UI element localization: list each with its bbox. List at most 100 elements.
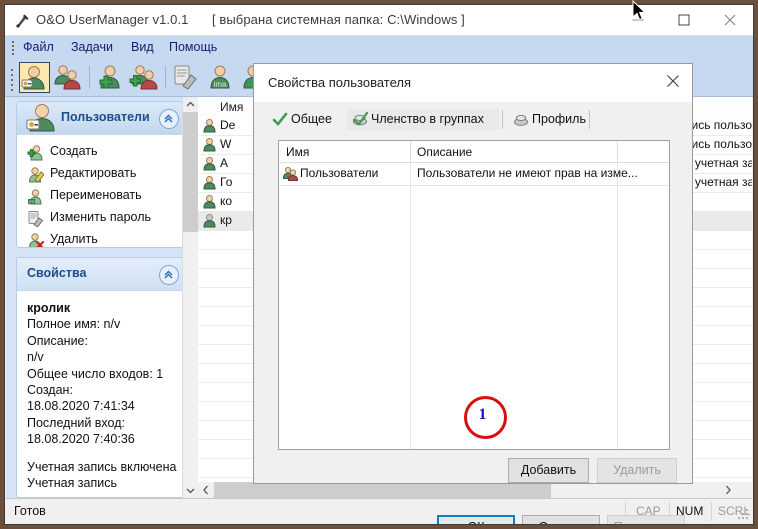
sidebar-task-create-label: Создать bbox=[50, 144, 98, 158]
row-name: De bbox=[220, 118, 236, 132]
row-description: пись пользов bbox=[685, 137, 752, 151]
row-description: я учетная зап bbox=[685, 175, 752, 189]
close-button[interactable] bbox=[707, 5, 753, 35]
main-list-hscrollbar[interactable] bbox=[198, 482, 736, 498]
row-name: Го bbox=[220, 175, 233, 189]
annotation-marker-1: 1 bbox=[464, 396, 507, 439]
status-text: Готов bbox=[14, 504, 46, 518]
ok-button[interactable]: ОК bbox=[437, 515, 515, 524]
sidebar-task-change-password[interactable]: Изменить пароль bbox=[17, 207, 186, 229]
main-window: O&O UserManager v1.0.1 [ выбрана системн… bbox=[4, 4, 754, 525]
scrollbar-corner bbox=[736, 482, 752, 498]
dialog-title: Свойства пользователя bbox=[268, 75, 412, 90]
toolbar-drag-grip[interactable] bbox=[11, 69, 14, 91]
row-name: A bbox=[220, 156, 229, 170]
column-divider-2[interactable] bbox=[617, 141, 618, 162]
sidebar-users-tasks: Создать Редактировать ım Переименовать И… bbox=[17, 135, 186, 247]
property-spacer bbox=[17, 448, 186, 459]
cancel-button[interactable]: Отмена bbox=[522, 515, 600, 524]
user-icon-gray bbox=[202, 213, 217, 228]
user-icon bbox=[202, 137, 217, 152]
sidebar-users-group: Пользователи Создать Редактировать ım Пе… bbox=[16, 101, 187, 248]
add-group-button[interactable]: Добавить bbox=[508, 458, 589, 483]
group-column-description[interactable]: Описание bbox=[417, 145, 472, 159]
status-separator-3 bbox=[711, 502, 712, 521]
user-icon bbox=[202, 194, 217, 209]
user-edit-icon bbox=[27, 166, 45, 183]
toolbar-add-user-button[interactable] bbox=[95, 62, 126, 93]
tab-group-membership-label: Членство в группах bbox=[371, 112, 484, 126]
sidebar-scrollbar[interactable] bbox=[182, 97, 198, 498]
ok-button-label: ОК bbox=[467, 520, 484, 524]
row-name: W bbox=[220, 137, 232, 151]
property-logon-count: Общее число входов: 1 bbox=[27, 366, 164, 381]
group-column-name[interactable]: Имя bbox=[286, 145, 309, 159]
sidebar-task-edit-label: Редактировать bbox=[50, 166, 137, 180]
user-delete-icon bbox=[27, 232, 45, 247]
sidebar-task-delete[interactable]: Удалить bbox=[17, 229, 186, 247]
menu-item-view[interactable]: Вид bbox=[131, 40, 154, 54]
resize-grip[interactable] bbox=[738, 509, 749, 520]
toolbar-users-button[interactable] bbox=[19, 62, 50, 93]
group-description: Пользователи не имеют прав на изме... bbox=[417, 166, 638, 180]
window-title: O&O UserManager v1.0.1 [ выбрана системн… bbox=[36, 12, 465, 27]
profile-icon bbox=[513, 112, 529, 127]
menu-item-tasks[interactable]: Задачи bbox=[71, 40, 113, 54]
scroll-down-icon[interactable] bbox=[183, 483, 198, 498]
sidebar-task-rename[interactable]: ım Переименовать bbox=[17, 185, 186, 207]
sidebar-properties-header[interactable]: Свойства bbox=[17, 258, 186, 291]
toolbar-add-group-button[interactable] bbox=[129, 62, 160, 93]
toolbar-rename-button[interactable] bbox=[171, 62, 202, 93]
list-row-line bbox=[279, 185, 669, 186]
add-group-button-label: Добавить bbox=[520, 463, 577, 477]
hscrollbar-thumb[interactable] bbox=[214, 482, 551, 498]
menu-item-help[interactable]: Помощь bbox=[169, 40, 217, 54]
tab-profile[interactable]: Профиль bbox=[508, 109, 588, 130]
scroll-up-icon[interactable] bbox=[183, 97, 198, 112]
property-last-logon-value: 18.08.2020 7:40:36 bbox=[27, 432, 135, 447]
sidebar-task-create[interactable]: Создать bbox=[17, 141, 186, 163]
sidebar-users-header[interactable]: Пользователи bbox=[17, 102, 186, 135]
chevron-up-icon[interactable] bbox=[159, 109, 179, 129]
maximize-button[interactable] bbox=[661, 5, 707, 35]
user-icon bbox=[202, 118, 217, 133]
toolbar-ima-button[interactable]: ima bbox=[205, 62, 236, 93]
scroll-left-icon[interactable] bbox=[198, 482, 214, 498]
scroll-right-icon[interactable] bbox=[720, 482, 736, 498]
apply-button-label: Применить bbox=[614, 520, 679, 524]
sidebar-task-edit[interactable]: Редактировать bbox=[17, 163, 186, 185]
menu-drag-grip[interactable] bbox=[12, 41, 15, 55]
remove-group-button: Удалить bbox=[597, 458, 677, 483]
tab-general[interactable]: Общее bbox=[267, 109, 347, 130]
property-description-label: Описание: bbox=[27, 333, 88, 348]
row-description: пись пользов bbox=[685, 118, 752, 132]
group-icon bbox=[282, 166, 299, 181]
user-add-icon bbox=[27, 144, 44, 161]
svg-text:ım: ım bbox=[29, 199, 34, 204]
chevron-up-icon[interactable] bbox=[159, 265, 179, 285]
sidebar-scrollbar-thumb[interactable] bbox=[183, 112, 198, 232]
toolbar-user-pair-button[interactable] bbox=[53, 62, 84, 93]
users-icon bbox=[25, 102, 59, 134]
remove-group-button-label: Удалить bbox=[613, 463, 661, 477]
sidebar: Пользователи Создать Редактировать ım Пе… bbox=[6, 97, 197, 498]
sidebar-scrollbar-track[interactable] bbox=[182, 97, 198, 498]
groups-icon bbox=[352, 111, 369, 127]
user-icon bbox=[202, 156, 217, 171]
property-created-value: 18.08.2020 7:41:34 bbox=[27, 399, 135, 414]
sidebar-properties-title: Свойства bbox=[27, 266, 87, 280]
tab-group-membership[interactable]: Членство в группах bbox=[347, 109, 499, 130]
window-title-path: [ выбрана системная папка: C:\Windows ] bbox=[211, 12, 465, 27]
property-user-name: кролик bbox=[27, 301, 71, 315]
list-item[interactable]: Пользователи Пользователи не имеют прав … bbox=[279, 162, 669, 185]
dialog-title-bar: Свойства пользователя bbox=[254, 64, 692, 102]
group-name: Пользователи bbox=[300, 166, 379, 180]
tab-divider-2 bbox=[589, 110, 590, 129]
main-column-name[interactable]: Имя bbox=[220, 100, 243, 114]
menu-item-file[interactable]: Файл bbox=[23, 40, 54, 54]
dialog-close-button[interactable] bbox=[656, 66, 690, 96]
column-divider[interactable] bbox=[410, 141, 411, 162]
desktop-background: O&O UserManager v1.0.1 [ выбрана системн… bbox=[0, 0, 758, 529]
property-account-enabled: Учетная запись включена bbox=[27, 459, 177, 474]
list-column-line bbox=[410, 141, 411, 449]
